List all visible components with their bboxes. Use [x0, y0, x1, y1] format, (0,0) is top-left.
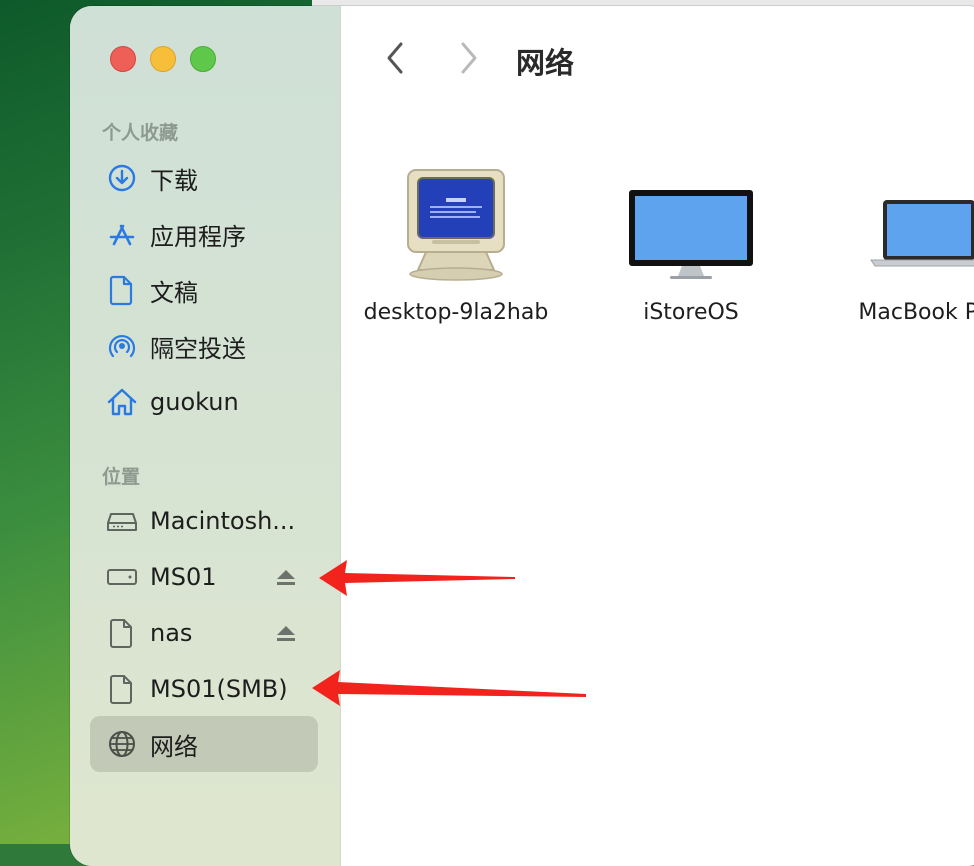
annotation-arrow-ms01-smb [312, 670, 586, 706]
file-label: MacBook Pro [858, 300, 974, 325]
sidebar-item-ms01[interactable]: MS01 [90, 550, 318, 604]
display-monitor-icon [591, 166, 791, 290]
sidebar-item-label: 文稿 [150, 278, 198, 307]
globe-icon [104, 726, 140, 762]
sidebar-item-nas[interactable]: nas [90, 606, 318, 660]
window-title: 网络 [516, 46, 575, 80]
crt-monitor-icon [351, 166, 561, 290]
file-label: desktop-9la2hab [363, 300, 549, 325]
finder-window: 个人收藏 下载 应用程序 文稿 隔空投送 guokun 位置 Macintosh… [70, 6, 974, 866]
sidebar-item-home[interactable]: guokun [90, 375, 318, 429]
sidebar: 个人收藏 下载 应用程序 文稿 隔空投送 guokun 位置 Macintosh… [70, 6, 341, 866]
sidebar-item-network[interactable]: 网络 [90, 716, 318, 772]
document-icon [104, 272, 140, 308]
app-store-icon [104, 216, 140, 252]
sidebar-item-label: Macintosh... [150, 507, 296, 535]
zoom-button[interactable] [190, 46, 216, 72]
annotation-arrow-ms01 [319, 560, 515, 596]
download-circle-icon [104, 160, 140, 196]
back-button[interactable] [381, 40, 411, 76]
sidebar-item-label: 下载 [150, 166, 198, 195]
network-device-desktop[interactable]: desktop-9la2hab [351, 166, 561, 325]
document-icon [104, 615, 140, 651]
network-device-istoreos[interactable]: iStoreOS [591, 166, 791, 325]
eject-icon[interactable] [274, 565, 298, 589]
sidebar-item-label: 应用程序 [150, 222, 246, 251]
locations-header: 位置 [102, 466, 141, 488]
content-area: 网络 desktop-9la2hab iStoreOS MacBook P [341, 6, 974, 866]
hard-drive-icon [104, 503, 140, 539]
sidebar-item-documents[interactable]: 文稿 [90, 263, 318, 317]
document-icon [104, 671, 140, 707]
sidebar-item-label: guokun [150, 388, 239, 416]
sidebar-item-label: 隔空投送 [150, 334, 246, 363]
network-device-macbook-pro[interactable]: MacBook Pro [829, 166, 974, 325]
sidebar-item-label: MS01 [150, 563, 217, 591]
favorites-header: 个人收藏 [102, 122, 179, 144]
sidebar-item-label: MS01(SMB) [150, 675, 288, 703]
sidebar-item-airdrop[interactable]: 隔空投送 [90, 319, 318, 373]
sidebar-item-ms01-smb[interactable]: MS01(SMB) [90, 662, 318, 716]
sidebar-item-macintosh-hd[interactable]: Macintosh... [90, 494, 318, 548]
eject-icon[interactable] [274, 621, 298, 645]
close-button[interactable] [110, 46, 136, 72]
file-label: iStoreOS [643, 300, 739, 325]
forward-button[interactable] [453, 40, 483, 76]
sidebar-item-downloads[interactable]: 下载 [90, 151, 318, 205]
sidebar-item-label: 网络 [150, 732, 198, 761]
home-icon [104, 384, 140, 420]
sidebar-item-applications[interactable]: 应用程序 [90, 207, 318, 261]
sidebar-item-label: nas [150, 619, 193, 647]
airdrop-icon [104, 328, 140, 364]
laptop-icon [829, 166, 974, 290]
network-drive-icon [104, 559, 140, 595]
minimize-button[interactable] [150, 46, 176, 72]
